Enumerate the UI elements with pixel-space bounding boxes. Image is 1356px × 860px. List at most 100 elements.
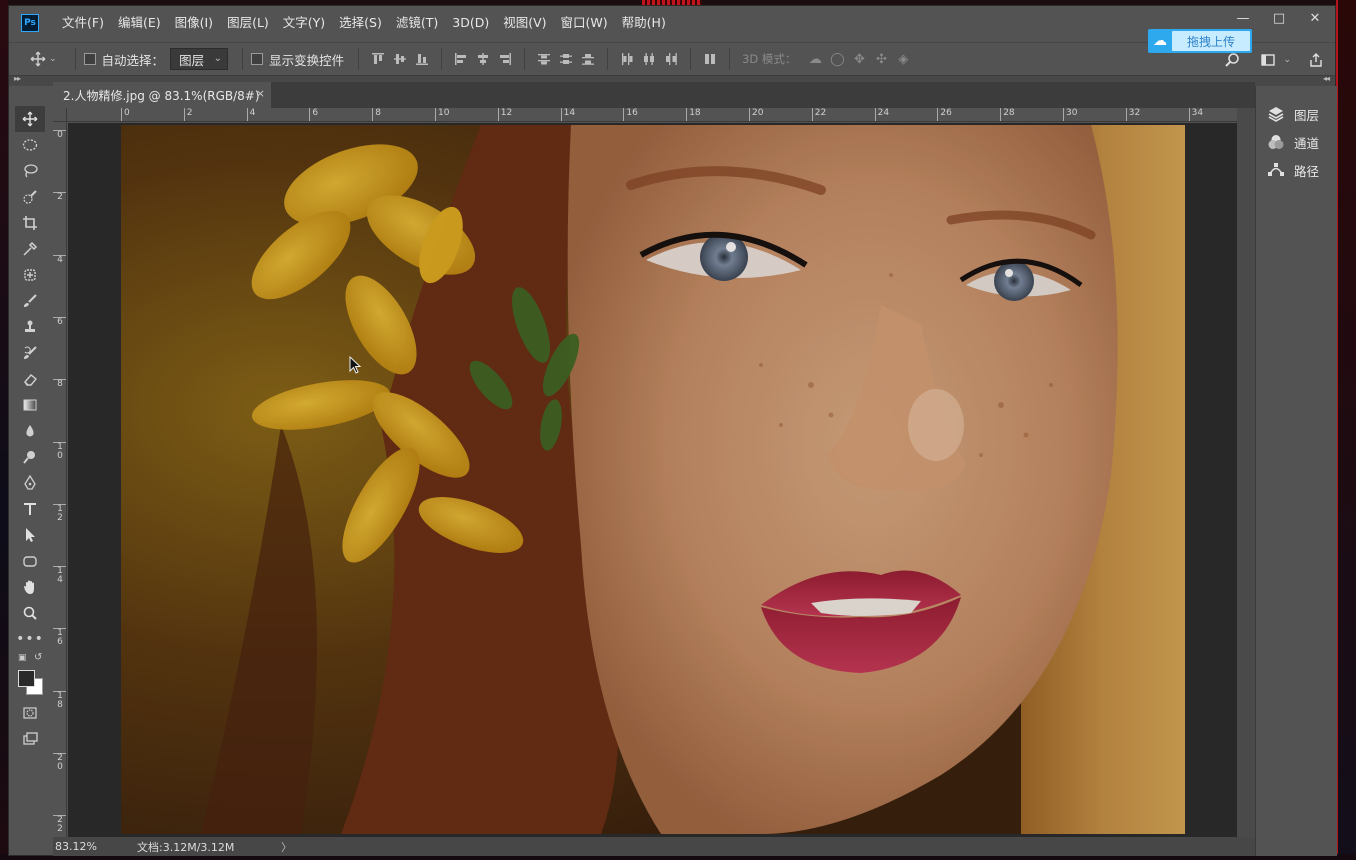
swap-colors-icon[interactable]: ↺ (34, 652, 42, 663)
document-size-info: 文档:3.12M/3.12M (137, 840, 235, 854)
type-tool[interactable] (15, 496, 45, 522)
align-right-icon[interactable] (494, 48, 516, 70)
ruler-h-label: 24 (874, 108, 889, 121)
status-menu-arrow-icon[interactable]: 〉 (281, 839, 292, 855)
zoom-tool[interactable] (15, 600, 45, 626)
roll-3d-icon[interactable]: ◯ (826, 48, 848, 70)
menu-3d[interactable]: 3D(D) (445, 6, 496, 40)
dodge-tool[interactable] (15, 444, 45, 470)
blur-drop-icon (26, 425, 34, 437)
ruler-origin[interactable] (53, 108, 67, 122)
ruler-v-label: 4 (53, 254, 66, 265)
panel-paths[interactable]: 路径 (1256, 156, 1337, 184)
collapse-panels-icon[interactable]: ◂◂ (1323, 74, 1330, 83)
auto-select-checkbox[interactable] (83, 53, 96, 65)
panel-layers[interactable]: 图层 (1256, 100, 1337, 128)
lasso-tool[interactable] (15, 158, 45, 184)
ruler-v-label: 2 2 (53, 815, 66, 834)
healing-brush-tool[interactable] (15, 262, 45, 288)
status-bar: 83.12% 文档:3.12M/3.12M 〉 (53, 837, 1255, 856)
move-tool[interactable] (15, 106, 45, 132)
marquee-tool[interactable] (15, 132, 45, 158)
align-vcenter-icon[interactable] (389, 48, 411, 70)
minimize-icon[interactable]: — (1235, 12, 1251, 26)
menu-type[interactable]: 文字(Y) (276, 6, 332, 40)
menu-select[interactable]: 选择(S) (332, 6, 389, 40)
desktop-edge-left (0, 0, 8, 860)
distribute-right-icon[interactable] (660, 48, 682, 70)
document-tab[interactable]: 2.人物精修.jpg @ 83.1%(RGB/8#) × (53, 82, 271, 108)
separator (74, 48, 76, 70)
menu-help[interactable]: 帮助(H) (615, 6, 673, 40)
horizontal-ruler[interactable]: 0 2 4 6 8 10 12 14 16 18 20 22 24 26 28 30 32 34 (67, 108, 1237, 122)
distribute-top-icon[interactable] (533, 48, 555, 70)
menu-filter[interactable]: 滤镜(T) (389, 6, 445, 40)
vertical-ruler[interactable]: 0 2 4 6 8 1 0 1 2 1 4 1 6 1 8 2 0 2 2 (53, 122, 67, 838)
align-top-icon[interactable] (367, 48, 389, 70)
move-icon (22, 111, 38, 127)
close-icon[interactable]: ✕ (1307, 12, 1323, 26)
document-canvas[interactable] (121, 125, 1185, 834)
ruler-h-label: 20 (749, 108, 763, 121)
distribute-hcenter-icon[interactable] (638, 48, 660, 70)
drag-3d-icon[interactable]: ✥ (848, 48, 870, 70)
pen-tool[interactable] (15, 470, 45, 496)
eyedropper-tool[interactable] (15, 236, 45, 262)
orbit-3d-icon[interactable]: ☁ (804, 48, 826, 70)
workspace-icon[interactable] (1257, 49, 1279, 71)
zoom-level[interactable]: 83.12% (53, 840, 123, 853)
auto-align-icon[interactable] (699, 48, 721, 70)
default-colors-icon[interactable]: ▣ (18, 653, 27, 663)
menu-window[interactable]: 窗口(W) (554, 6, 615, 40)
distribute-vcenter-icon[interactable] (555, 48, 577, 70)
quick-selection-tool[interactable] (15, 184, 45, 210)
align-left-icon[interactable] (450, 48, 472, 70)
menu-image[interactable]: 图像(I) (168, 6, 220, 40)
move-tool-preset-icon[interactable] (27, 48, 49, 70)
menu-view[interactable]: 视图(V) (496, 6, 553, 40)
crop-tool[interactable] (15, 210, 45, 236)
gradient-tool[interactable] (15, 392, 45, 418)
auto-select-dropdown[interactable]: 图层 ⌄ (170, 48, 229, 70)
portrait-photo (121, 125, 1185, 834)
distribute-bottom-icon[interactable] (577, 48, 599, 70)
more-tools-button[interactable]: ••• (15, 626, 45, 652)
options-right: ⌄ (1221, 49, 1327, 71)
hand-tool[interactable] (15, 574, 45, 600)
share-icon[interactable] (1305, 49, 1327, 71)
align-hcenter-icon[interactable] (472, 48, 494, 70)
expand-toolbar-icon[interactable]: ▸▸ (14, 74, 21, 83)
panel-channels[interactable]: 通道 (1256, 128, 1337, 156)
chevron-down-icon[interactable]: ⌄ (1283, 55, 1291, 65)
screen-mode-button[interactable] (15, 726, 45, 752)
history-brush-icon (24, 346, 37, 359)
chevron-down-icon[interactable]: ⌄ (49, 54, 57, 64)
show-transform-label: 显示变换控件 (269, 52, 345, 68)
align-bottom-icon[interactable] (411, 48, 433, 70)
maximize-icon[interactable]: □ (1271, 12, 1287, 26)
menu-layer[interactable]: 图层(L) (220, 6, 276, 40)
brush-tool[interactable] (15, 288, 45, 314)
scale-3d-icon[interactable]: ◈ (892, 48, 914, 70)
close-tab-icon[interactable]: × (256, 87, 265, 100)
ruler-v-label: 1 6 (53, 628, 66, 647)
clone-stamp-tool[interactable] (15, 314, 45, 340)
quick-mask-button[interactable] (15, 700, 45, 726)
history-brush-tool[interactable] (15, 340, 45, 366)
eraser-tool[interactable] (15, 366, 45, 392)
vertical-scrollbar[interactable] (1237, 108, 1255, 837)
slide-3d-icon[interactable]: ✣ (870, 48, 892, 70)
ruler-v-label: 2 0 (53, 753, 66, 772)
menu-edit[interactable]: 编辑(E) (111, 6, 168, 40)
foreground-color-swatch[interactable] (18, 670, 35, 687)
hand-icon (24, 580, 34, 594)
blur-tool[interactable] (15, 418, 45, 444)
dodge-icon (23, 451, 35, 464)
ruler-h-label: 14 (560, 108, 575, 121)
menu-file[interactable]: 文件(F) (55, 6, 111, 40)
show-transform-checkbox[interactable] (251, 53, 264, 65)
distribute-left-icon[interactable] (616, 48, 638, 70)
path-selection-tool[interactable] (15, 522, 45, 548)
shape-tool[interactable] (15, 548, 45, 574)
search-icon[interactable] (1221, 49, 1243, 71)
